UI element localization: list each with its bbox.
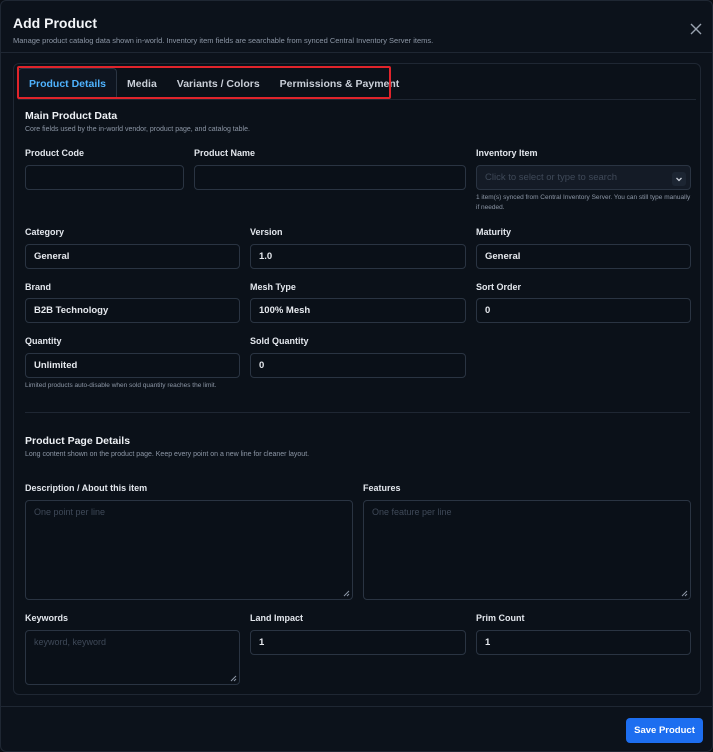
features-placeholder: One feature per line — [372, 507, 452, 517]
keywords-textarea[interactable]: keyword, keyword — [25, 630, 240, 685]
brand-input[interactable]: B2B Technology — [25, 298, 240, 323]
description-label: Description / About this item — [25, 483, 148, 493]
page-section-desc: Long content shown on the product page. … — [25, 451, 310, 458]
description-placeholder: One point per line — [34, 507, 106, 517]
category-label: Category — [25, 227, 65, 237]
version-input[interactable]: 1.0 — [250, 244, 466, 269]
keywords-placeholder: keyword, keyword — [34, 637, 107, 647]
prim-count-input[interactable]: 1 — [476, 630, 691, 655]
chevron-down-icon[interactable] — [672, 172, 686, 186]
modal-body: Product Details Media Variants / Colors … — [13, 63, 701, 695]
quantity-label: Quantity — [25, 336, 62, 346]
resize-handle-icon[interactable] — [343, 590, 350, 597]
sold-quantity-label: Sold Quantity — [250, 336, 309, 346]
page-section-title: Product Page Details — [25, 435, 131, 447]
resize-handle-icon[interactable] — [230, 675, 237, 682]
main-section-desc: Core fields used by the in-world vendor,… — [25, 126, 250, 133]
section-divider — [25, 412, 690, 413]
keywords-label: Keywords — [25, 613, 69, 623]
tab-divider — [18, 99, 696, 100]
mesh-type-input[interactable]: 100% Mesh — [250, 298, 466, 323]
inventory-item-label: Inventory Item — [476, 148, 538, 158]
land-impact-input[interactable]: 1 — [250, 630, 466, 655]
product-code-label: Product Code — [25, 148, 85, 158]
product-name-input[interactable] — [194, 165, 466, 190]
modal-header: Add Product Manage product catalog data … — [1, 1, 712, 53]
tab-permissions-payment[interactable]: Permissions & Payment — [270, 68, 410, 99]
resize-handle-icon[interactable] — [681, 590, 688, 597]
features-label: Features — [363, 483, 401, 493]
features-textarea[interactable]: One feature per line — [363, 500, 691, 600]
inventory-item-help: 1 item(s) synced from Central Inventory … — [476, 194, 691, 211]
maturity-label: Maturity — [476, 227, 512, 237]
modal-subtitle: Manage product catalog data shown in-wor… — [13, 36, 434, 45]
sold-quantity-input[interactable]: 0 — [250, 353, 466, 378]
description-textarea[interactable]: One point per line — [25, 500, 353, 600]
version-label: Version — [250, 227, 283, 237]
tab-product-details[interactable]: Product Details — [18, 68, 118, 99]
tab-variants-colors[interactable]: Variants / Colors — [167, 68, 270, 99]
close-icon[interactable] — [688, 21, 704, 37]
mesh-type-label: Mesh Type — [250, 282, 296, 292]
inventory-item-select[interactable]: Click to select or type to search — [476, 165, 691, 190]
modal-title: Add Product — [13, 15, 97, 31]
maturity-input[interactable]: General — [476, 244, 691, 269]
category-input[interactable]: General — [25, 244, 240, 269]
brand-label: Brand — [25, 282, 52, 292]
main-section-title: Main Product Data — [25, 110, 118, 122]
prim-count-label: Prim Count — [476, 613, 525, 623]
sort-order-input[interactable]: 0 — [476, 298, 691, 323]
inventory-item-placeholder: Click to select or type to search — [485, 172, 617, 183]
save-product-button[interactable]: Save Product — [626, 718, 703, 743]
land-impact-label: Land Impact — [250, 613, 304, 623]
product-code-input[interactable] — [25, 165, 184, 190]
modal-footer: Save Product — [1, 706, 712, 752]
add-product-modal: Add Product Manage product catalog data … — [0, 0, 713, 752]
quantity-help: Limited products auto-disable when sold … — [25, 382, 217, 389]
tab-bar: Product Details Media Variants / Colors … — [18, 68, 409, 99]
quantity-input[interactable]: Unlimited — [25, 353, 240, 378]
sort-order-label: Sort Order — [476, 282, 522, 292]
tab-media[interactable]: Media — [117, 68, 167, 99]
product-name-label: Product Name — [194, 148, 256, 158]
